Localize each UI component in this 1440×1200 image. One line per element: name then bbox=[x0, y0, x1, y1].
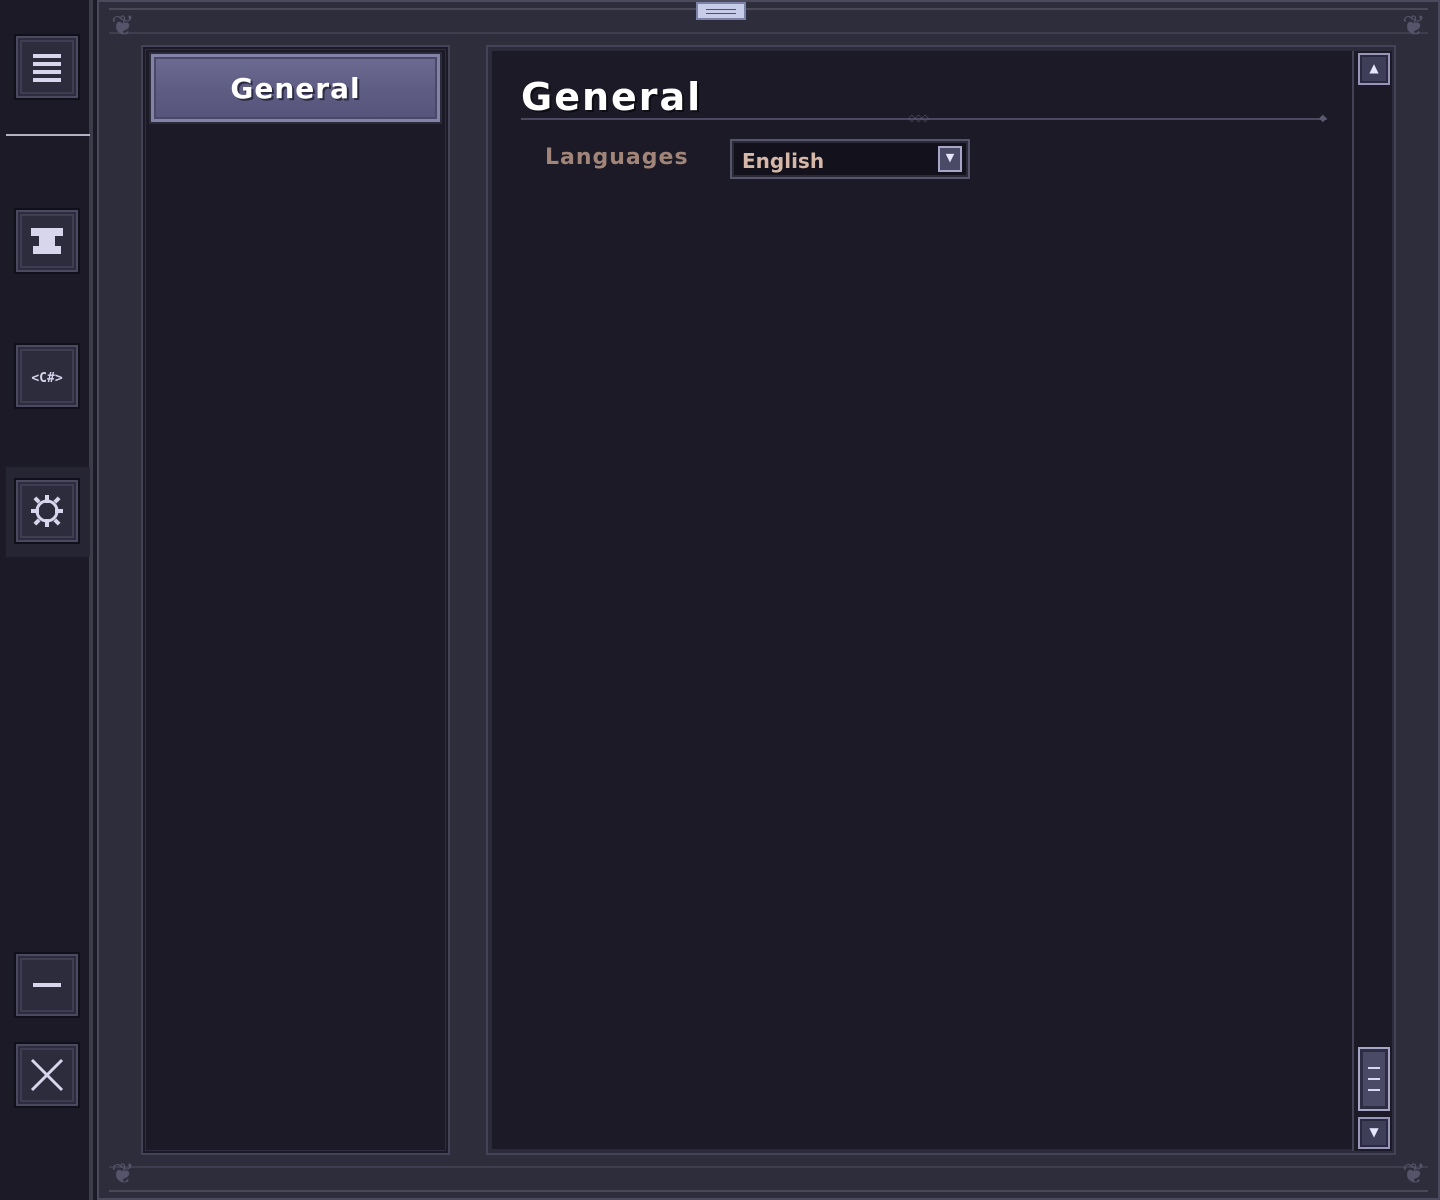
divider-end-icon: ◆ bbox=[1319, 113, 1327, 124]
corner-ornament-icon: ❦ bbox=[111, 9, 135, 42]
languages-dropdown[interactable]: English ▼ bbox=[730, 139, 970, 179]
csharp-button[interactable]: <C#> bbox=[14, 343, 80, 409]
csharp-label: <C#> bbox=[31, 371, 62, 386]
corner-ornament-icon: ❦ bbox=[1402, 1157, 1426, 1190]
category-general-label: General bbox=[230, 71, 361, 105]
settings-button[interactable] bbox=[14, 478, 80, 544]
section-title: General bbox=[521, 75, 703, 119]
close-icon bbox=[30, 1058, 64, 1092]
vertical-scrollbar[interactable]: ▲ ▼ bbox=[1352, 51, 1392, 1151]
minimize-icon bbox=[33, 983, 61, 987]
minimize-button[interactable] bbox=[14, 952, 80, 1018]
icon-rail: <C#> bbox=[0, 0, 93, 1200]
scroll-thumb[interactable] bbox=[1358, 1047, 1390, 1111]
corner-ornament-icon: ❦ bbox=[111, 1157, 135, 1190]
rail-divider bbox=[6, 134, 90, 136]
close-button[interactable] bbox=[14, 1042, 80, 1108]
menu-icon bbox=[33, 54, 61, 82]
gear-icon bbox=[31, 495, 63, 527]
chevron-down-icon[interactable]: ▼ bbox=[938, 146, 962, 172]
languages-dropdown-value: English bbox=[742, 149, 825, 173]
menu-button[interactable] bbox=[14, 34, 80, 100]
window-drag-handle[interactable] bbox=[696, 2, 746, 20]
settings-content-panel: General ◇◇◇ ◆ Languages English ▼ ▲ ▼ bbox=[486, 45, 1396, 1155]
category-general-button[interactable]: General bbox=[149, 52, 442, 124]
csharp-icon: <C#> bbox=[31, 371, 62, 386]
anvil-button[interactable] bbox=[14, 208, 80, 274]
chevron-down-icon: ▼ bbox=[1369, 1125, 1379, 1139]
chevron-up-icon: ▲ bbox=[1369, 61, 1379, 75]
anvil-icon bbox=[31, 228, 63, 254]
divider-ornament-icon: ◇◇◇ bbox=[908, 113, 929, 124]
scroll-down-button[interactable]: ▼ bbox=[1358, 1117, 1390, 1149]
corner-ornament-icon: ❦ bbox=[1402, 9, 1426, 42]
scroll-up-button[interactable]: ▲ bbox=[1358, 53, 1390, 85]
frame-bottom-edge bbox=[109, 1166, 1428, 1192]
languages-label: Languages bbox=[545, 145, 689, 170]
frame-top-edge bbox=[109, 8, 1428, 34]
category-panel: General bbox=[141, 45, 450, 1155]
